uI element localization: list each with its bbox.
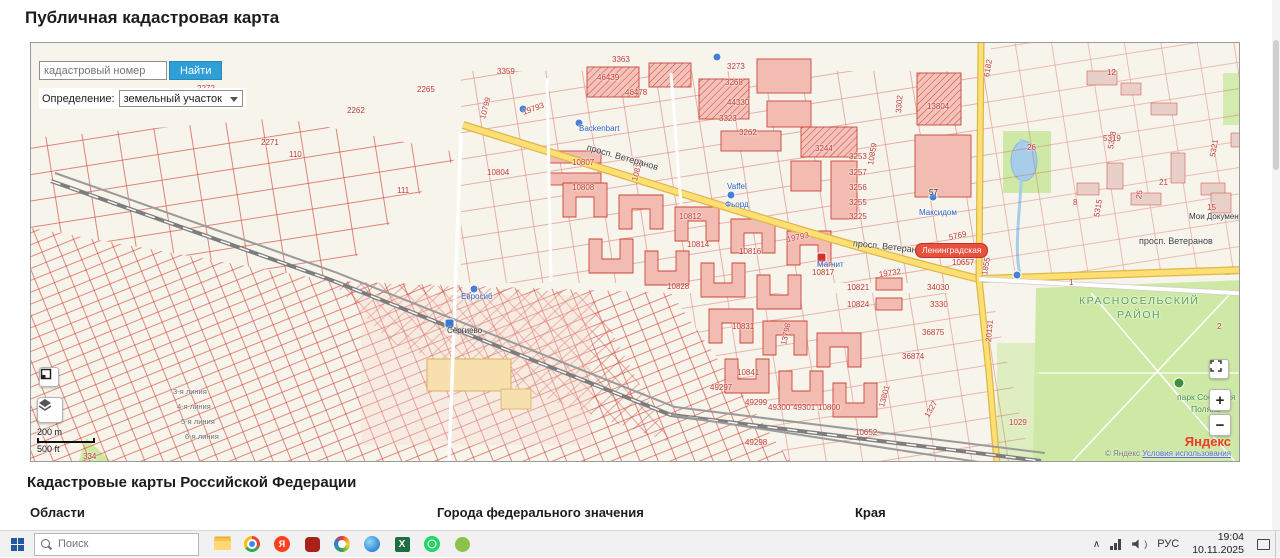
taskbar-clock[interactable]: 19:04 10.11.2025 bbox=[1184, 531, 1252, 556]
system-tray: ∧ ) РУС 19:04 10.11.2025 bbox=[1088, 531, 1280, 558]
filter-label: Определение: bbox=[42, 93, 115, 105]
zoom-in-button[interactable]: + bbox=[1209, 389, 1231, 411]
green-app-icon[interactable] bbox=[447, 531, 477, 558]
globe-app-icon[interactable] bbox=[357, 531, 387, 558]
scrollbar-thumb[interactable] bbox=[1273, 40, 1279, 170]
column-header-regions: Области bbox=[30, 505, 85, 520]
page-title: Публичная кадастровая карта bbox=[25, 8, 279, 28]
cadastral-map[interactable]: 2272335922652262227111011110799197931080… bbox=[30, 42, 1240, 462]
taskbar-search-input[interactable] bbox=[58, 538, 178, 550]
tray-overflow-chevron-icon[interactable]: ∧ bbox=[1088, 531, 1105, 558]
measure-button[interactable] bbox=[39, 367, 59, 387]
fullscreen-button[interactable] bbox=[1209, 359, 1229, 379]
cadastral-number-input[interactable] bbox=[39, 61, 167, 80]
column-header-federal-cities: Города федерального значения bbox=[437, 505, 644, 520]
map-attribution: Яндекс © Яндекс Условия использования bbox=[1105, 434, 1231, 458]
action-center-icon bbox=[1257, 539, 1270, 550]
language-indicator[interactable]: РУС bbox=[1152, 531, 1184, 558]
windows-logo-icon bbox=[11, 538, 24, 551]
volume-icon[interactable]: ) bbox=[1127, 531, 1152, 558]
show-desktop-button[interactable] bbox=[1275, 531, 1280, 558]
object-type-select[interactable]: земельный участок bbox=[119, 90, 243, 107]
map-search-panel: Найти Определение: земельный участок bbox=[39, 61, 246, 109]
yandex-browser-icon[interactable] bbox=[267, 531, 297, 558]
section-title: Кадастровые карты Российской Федерации bbox=[27, 474, 356, 491]
clock-time: 19:04 bbox=[1192, 531, 1244, 544]
excel-icon[interactable] bbox=[387, 531, 417, 558]
column-header-krais: Края bbox=[855, 505, 886, 520]
scale-imperial: 500 ft bbox=[37, 444, 95, 454]
browser2-icon[interactable] bbox=[327, 531, 357, 558]
clock-date: 10.11.2025 bbox=[1192, 544, 1244, 557]
windows-taskbar: ∧ ) РУС 19:04 10.11.2025 bbox=[0, 530, 1280, 557]
layers-icon bbox=[38, 398, 52, 412]
terms-of-use-link[interactable]: Условия использования bbox=[1142, 449, 1231, 458]
whatsapp-icon[interactable] bbox=[417, 531, 447, 558]
fullscreen-icon bbox=[1210, 360, 1222, 372]
find-button[interactable]: Найти bbox=[169, 61, 222, 80]
folder-icon[interactable] bbox=[207, 531, 237, 558]
zoom-out-button[interactable]: − bbox=[1209, 414, 1231, 436]
action-center-button[interactable] bbox=[1252, 531, 1275, 558]
taskbar-app-icons bbox=[207, 531, 477, 558]
layers-button[interactable] bbox=[37, 397, 63, 423]
search-icon bbox=[41, 539, 52, 550]
copyright-text: © Яндекс bbox=[1105, 449, 1140, 458]
chrome-icon[interactable] bbox=[237, 531, 267, 558]
start-button[interactable] bbox=[0, 531, 34, 558]
yandex-logo[interactable]: Яндекс bbox=[1105, 434, 1231, 449]
map-scale: 200 m 500 ft bbox=[37, 427, 95, 454]
taskbar-search[interactable] bbox=[34, 533, 199, 556]
object-type-value: земельный участок bbox=[124, 93, 222, 105]
page-scrollbar[interactable] bbox=[1272, 0, 1280, 530]
scale-metric: 200 m bbox=[37, 427, 95, 437]
scale-bar bbox=[37, 438, 95, 443]
network-icon[interactable] bbox=[1105, 531, 1127, 558]
inset-icon bbox=[40, 368, 52, 380]
red-app-icon[interactable] bbox=[297, 531, 327, 558]
